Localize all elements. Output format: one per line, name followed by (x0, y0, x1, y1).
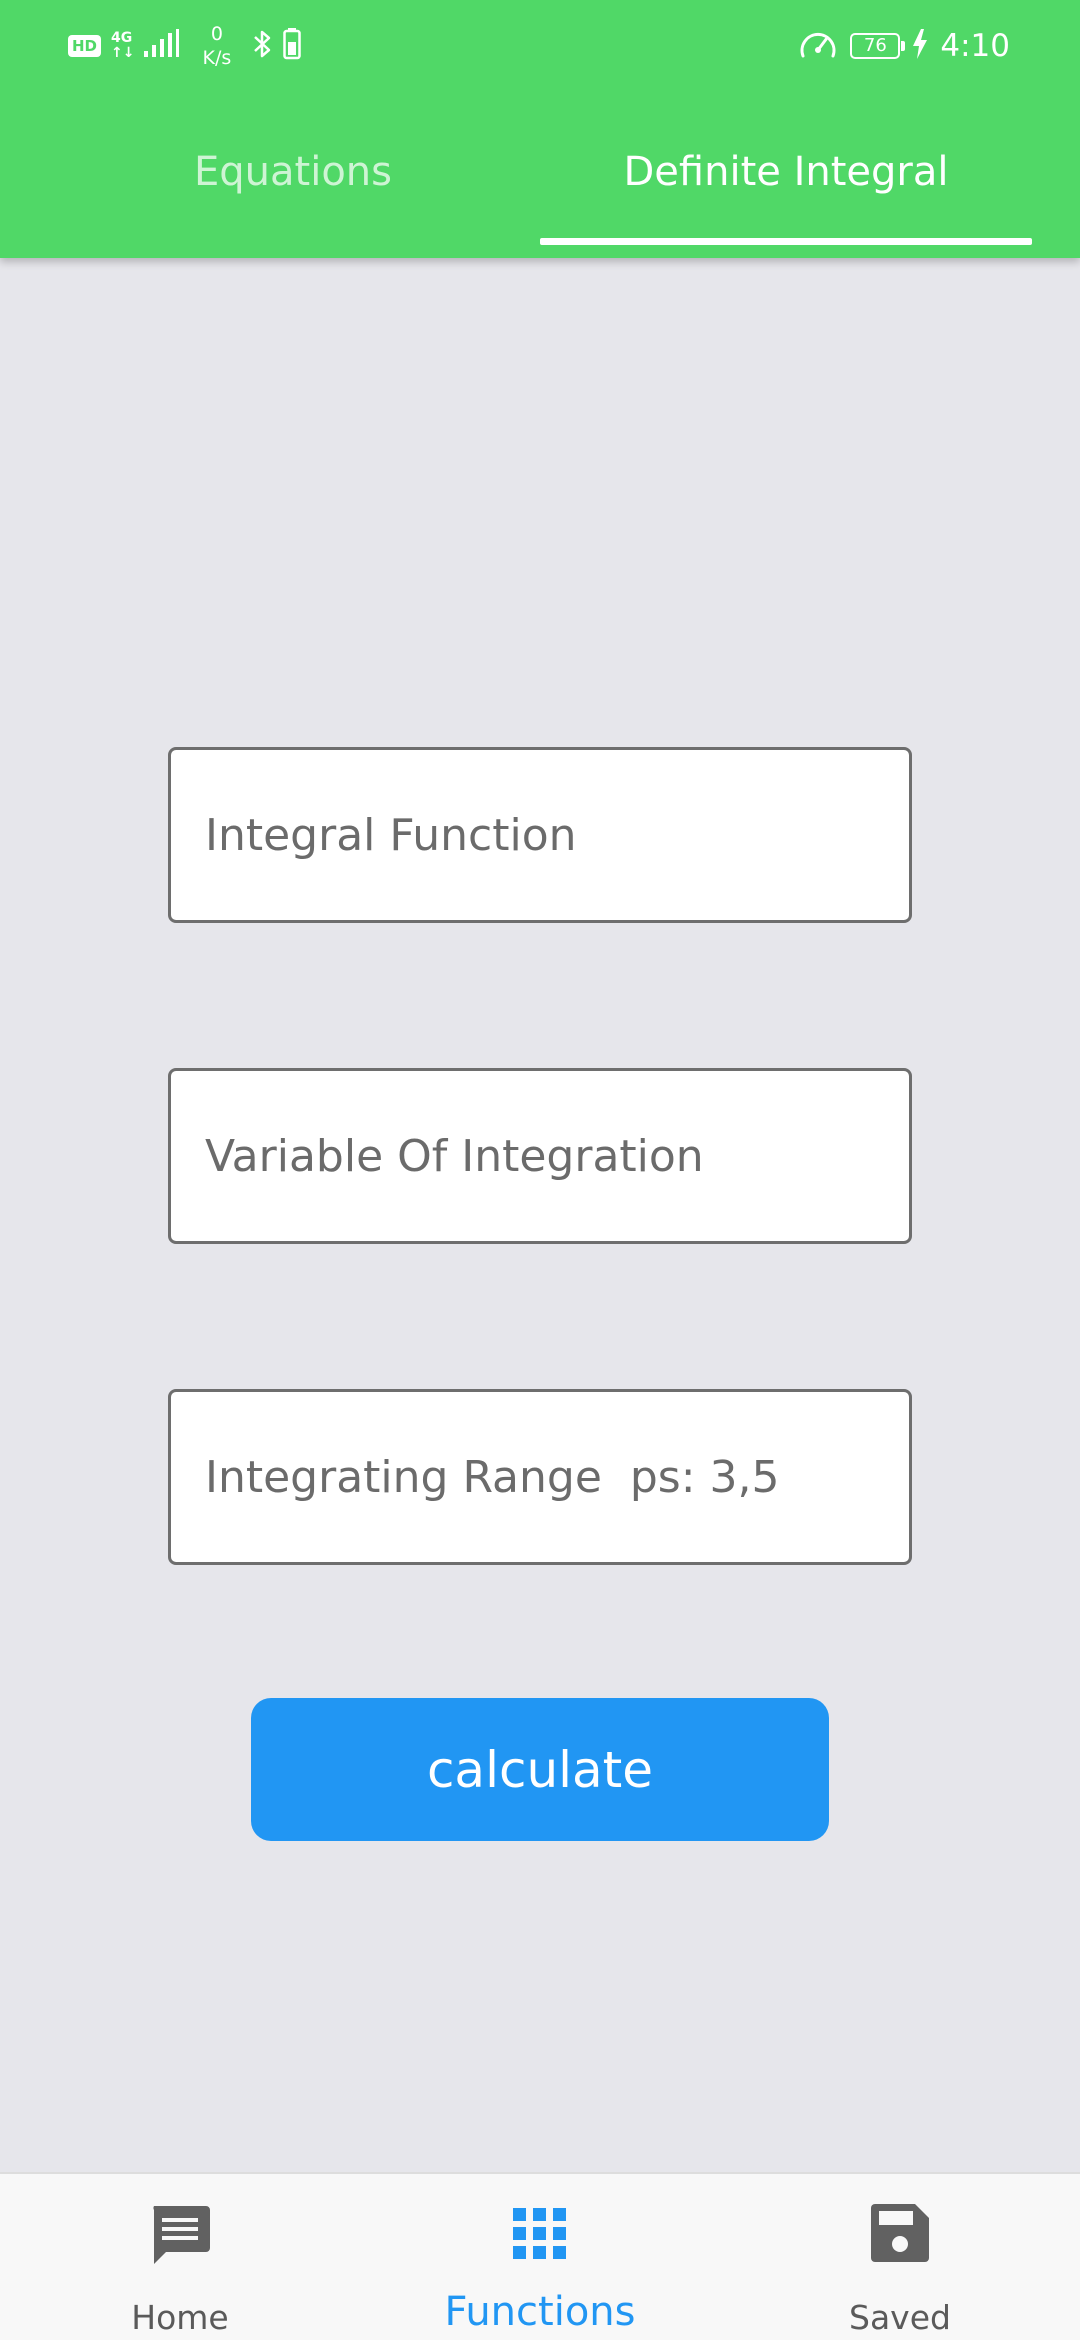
nav-item-functions[interactable]: Functions (390, 2174, 690, 2340)
tab-definite-integral[interactable]: Definite Integral (540, 92, 1032, 252)
network-speed-value: 0 (210, 23, 223, 45)
tab-selected-indicator (540, 238, 1032, 245)
network-speed: 0 K/s (202, 22, 231, 70)
tab-bar: Equations Definite Integral (0, 92, 1080, 258)
tab-equations[interactable]: Equations (48, 92, 538, 252)
battery-indicator: 76 (850, 33, 906, 59)
nav-item-saved[interactable]: Saved (750, 2174, 1050, 2340)
save-icon (871, 2204, 929, 2267)
status-bar: HD 4G ↑↓ 0 K/s 76 4:10 (0, 0, 1080, 92)
battery-small-icon (283, 27, 301, 65)
message-icon (148, 2204, 212, 2275)
grid-icon (513, 2208, 567, 2265)
network-speed-unit: K/s (202, 47, 232, 69)
nav-label-saved: Saved (849, 2298, 951, 2337)
status-right-group: 76 4:10 (798, 18, 1010, 74)
charging-bolt-icon (912, 28, 928, 64)
hd-voice-icon: HD (68, 35, 102, 57)
network-type-label: 4G (111, 30, 133, 46)
status-clock: 4:10 (940, 28, 1010, 64)
integrating-range-field (168, 1389, 912, 1565)
bottom-navigation: Home Functions Saved (0, 2172, 1080, 2340)
calculate-button[interactable]: calculate (251, 1698, 829, 1841)
signal-strength-icon (144, 28, 180, 64)
status-left-group: HD 4G ↑↓ 0 K/s (68, 18, 301, 74)
variable-of-integration-field (168, 1068, 912, 1244)
network-activity-arrows: ↑↓ (111, 45, 135, 61)
network-type-indicator: 4G ↑↓ (111, 31, 134, 61)
speedometer-icon (798, 26, 838, 67)
nav-item-home[interactable]: Home (30, 2174, 330, 2340)
integral-function-input[interactable] (171, 750, 909, 920)
app-screen: HD 4G ↑↓ 0 K/s 76 4:10 Equations Definit… (0, 0, 1080, 2340)
nav-label-home: Home (131, 2298, 229, 2337)
app-header: HD 4G ↑↓ 0 K/s 76 4:10 Equations Definit… (0, 0, 1080, 258)
integral-function-field (168, 747, 912, 923)
integrating-range-input[interactable] (171, 1392, 909, 1562)
bluetooth-icon (253, 28, 273, 65)
variable-of-integration-input[interactable] (171, 1071, 909, 1241)
nav-label-functions: Functions (444, 2289, 636, 2335)
